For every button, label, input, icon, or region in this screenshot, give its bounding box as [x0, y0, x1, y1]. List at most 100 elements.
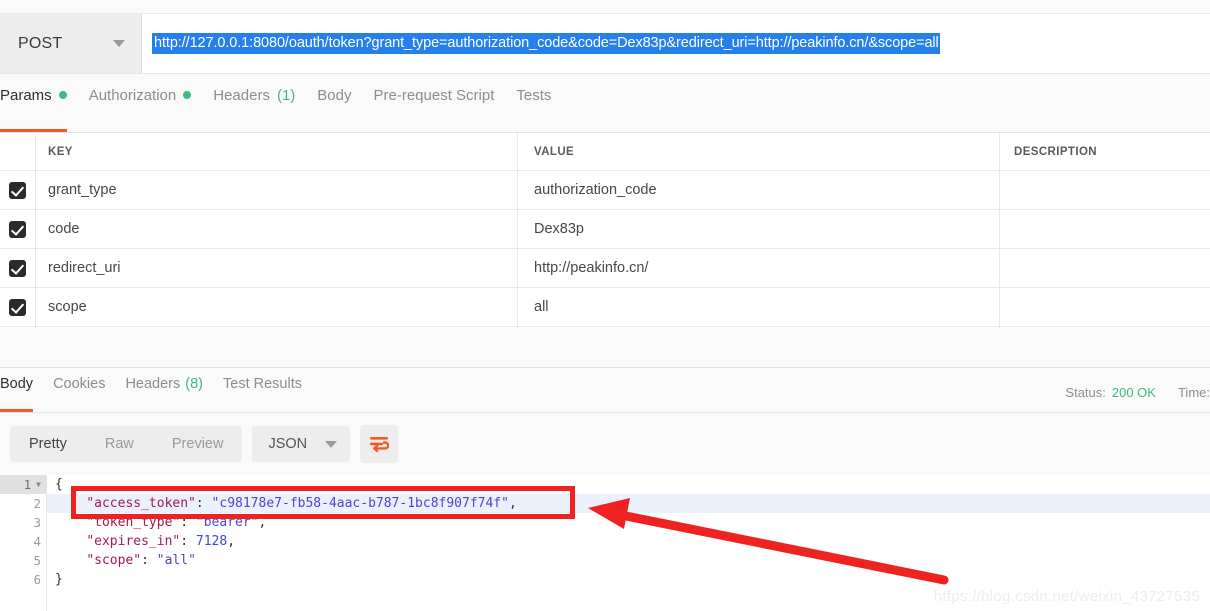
code-token: } [55, 572, 63, 587]
http-method-label: POST [18, 34, 63, 52]
active-tab-underline [0, 409, 34, 412]
checkbox-checked-icon [9, 259, 26, 277]
table-row: grant_type authorization_code [0, 171, 1210, 210]
code-token: : [180, 534, 196, 549]
code-token: , [258, 515, 267, 530]
row-value-cell[interactable]: Dex83p [518, 210, 1000, 248]
tab-pre-request-script-label: Pre-request Script [373, 86, 495, 104]
row-key-cell[interactable]: scope [36, 288, 518, 326]
row-checkbox-grant-type[interactable] [0, 171, 36, 209]
row-checkbox-scope[interactable] [0, 288, 36, 326]
row-key-text: redirect_uri [48, 260, 121, 276]
tab-params-label: Params [0, 86, 52, 104]
row-value-cell[interactable]: all [518, 288, 1000, 326]
row-value-text: all [534, 299, 549, 315]
tab-headers[interactable]: Headers (1) [213, 74, 317, 132]
row-description-cell[interactable] [1000, 249, 1210, 287]
fold-triangle-icon[interactable]: ▼ [36, 480, 41, 489]
format-selector-label: JSON [268, 436, 308, 452]
view-mode-raw[interactable]: Raw [86, 436, 153, 452]
time-label: Time: [1177, 385, 1210, 400]
line-number: 4 [33, 534, 41, 549]
postman-window: POST http://127.0.0.1:8080/oauth/token?g… [0, 0, 1210, 611]
response-tab-cookies[interactable]: Cookies [53, 368, 125, 412]
code-token: : [195, 496, 212, 511]
tab-headers-label: Headers [213, 86, 270, 104]
tab-params[interactable]: Params [0, 74, 89, 132]
tab-headers-count: (1) [276, 86, 296, 104]
active-tab-underline [0, 129, 67, 132]
row-checkbox-redirect-uri[interactable] [0, 249, 36, 287]
code-line: "access_token": "c98178e7-fb58-4aac-b787… [47, 494, 1210, 513]
view-mode-pretty[interactable]: Pretty [10, 436, 86, 452]
header-value-label: VALUE [534, 145, 575, 158]
response-tab-test-results-label: Test Results [223, 376, 302, 392]
response-tab-cookies-label: Cookies [53, 376, 106, 392]
row-key-text: scope [48, 299, 87, 315]
header-value-cell: VALUE [518, 133, 1000, 170]
format-selector[interactable]: JSON [252, 426, 351, 462]
view-mode-preview[interactable]: Preview [153, 436, 243, 452]
code-token: "bearer" [195, 515, 259, 530]
row-key-cell[interactable]: grant_type [36, 171, 518, 209]
row-key-cell[interactable]: code [36, 210, 518, 248]
row-checkbox-code[interactable] [0, 210, 36, 248]
response-tab-headers[interactable]: Headers (8) [125, 368, 223, 412]
tab-authorization-label: Authorization [88, 86, 177, 104]
table-header-row: KEY VALUE DESCRIPTION [0, 133, 1210, 171]
code-token: , [227, 534, 236, 549]
table-row: scope all [0, 288, 1210, 327]
code-line: "token_type": "bearer", [47, 513, 1210, 532]
response-tab-body[interactable]: Body [0, 368, 53, 412]
modified-dot-icon [58, 91, 67, 99]
code-line: { [47, 475, 1210, 494]
code-line: } [47, 570, 1210, 589]
checkbox-checked-icon [9, 181, 26, 199]
code-token: "all" [156, 553, 196, 568]
response-tab-body-label: Body [0, 376, 34, 392]
tab-pre-request-script[interactable]: Pre-request Script [374, 74, 517, 132]
code-token: 7128 [195, 534, 228, 549]
header-description-label: DESCRIPTION [1014, 145, 1097, 158]
line-number: 1 ▼ [0, 475, 46, 494]
chevron-down-icon [113, 40, 125, 47]
response-tab-headers-label: Headers [125, 376, 181, 392]
row-description-cell[interactable] [1000, 171, 1210, 209]
response-tab-test-results[interactable]: Test Results [223, 368, 322, 412]
response-view-toolbar: Pretty Raw Preview JSON [0, 413, 1210, 475]
code-token: { [55, 477, 63, 492]
checkbox-checked-icon [9, 220, 26, 238]
tab-body-label: Body [317, 86, 352, 104]
tab-tests[interactable]: Tests [516, 74, 573, 132]
response-tabs: Body Cookies Headers (8) Test Results St… [0, 368, 1210, 413]
row-value-text: authorization_code [534, 182, 657, 198]
row-key-text: grant_type [48, 182, 117, 198]
checkbox-checked-icon [9, 298, 26, 316]
table-row: redirect_uri http://peakinfo.cn/ [0, 249, 1210, 288]
chevron-down-icon [325, 440, 338, 448]
table-footer-spacer [0, 328, 1210, 368]
http-method-selector[interactable]: POST [0, 14, 142, 73]
code-token: "token_type" [86, 515, 181, 530]
header-checkbox-cell [0, 133, 36, 170]
url-input[interactable]: http://127.0.0.1:8080/oauth/token?grant_… [142, 14, 1210, 73]
tab-tests-label: Tests [516, 86, 552, 104]
row-value-cell[interactable]: http://peakinfo.cn/ [518, 249, 1000, 287]
code-line: "scope": "all" [47, 551, 1210, 570]
row-description-cell[interactable] [1000, 288, 1210, 326]
table-row: code Dex83p [0, 210, 1210, 249]
row-value-cell[interactable]: authorization_code [518, 171, 1000, 209]
header-key-cell: KEY [36, 133, 518, 170]
row-key-cell[interactable]: redirect_uri [36, 249, 518, 287]
view-mode-group: Pretty Raw Preview [10, 426, 243, 462]
code-token: : [141, 553, 157, 568]
request-tabs: Params Authorization Headers (1) Body Pr… [0, 74, 1210, 133]
tab-authorization[interactable]: Authorization [89, 74, 214, 132]
row-value-text: http://peakinfo.cn/ [534, 260, 649, 276]
tab-body[interactable]: Body [317, 74, 373, 132]
word-wrap-button[interactable] [360, 425, 399, 463]
row-description-cell[interactable] [1000, 210, 1210, 248]
